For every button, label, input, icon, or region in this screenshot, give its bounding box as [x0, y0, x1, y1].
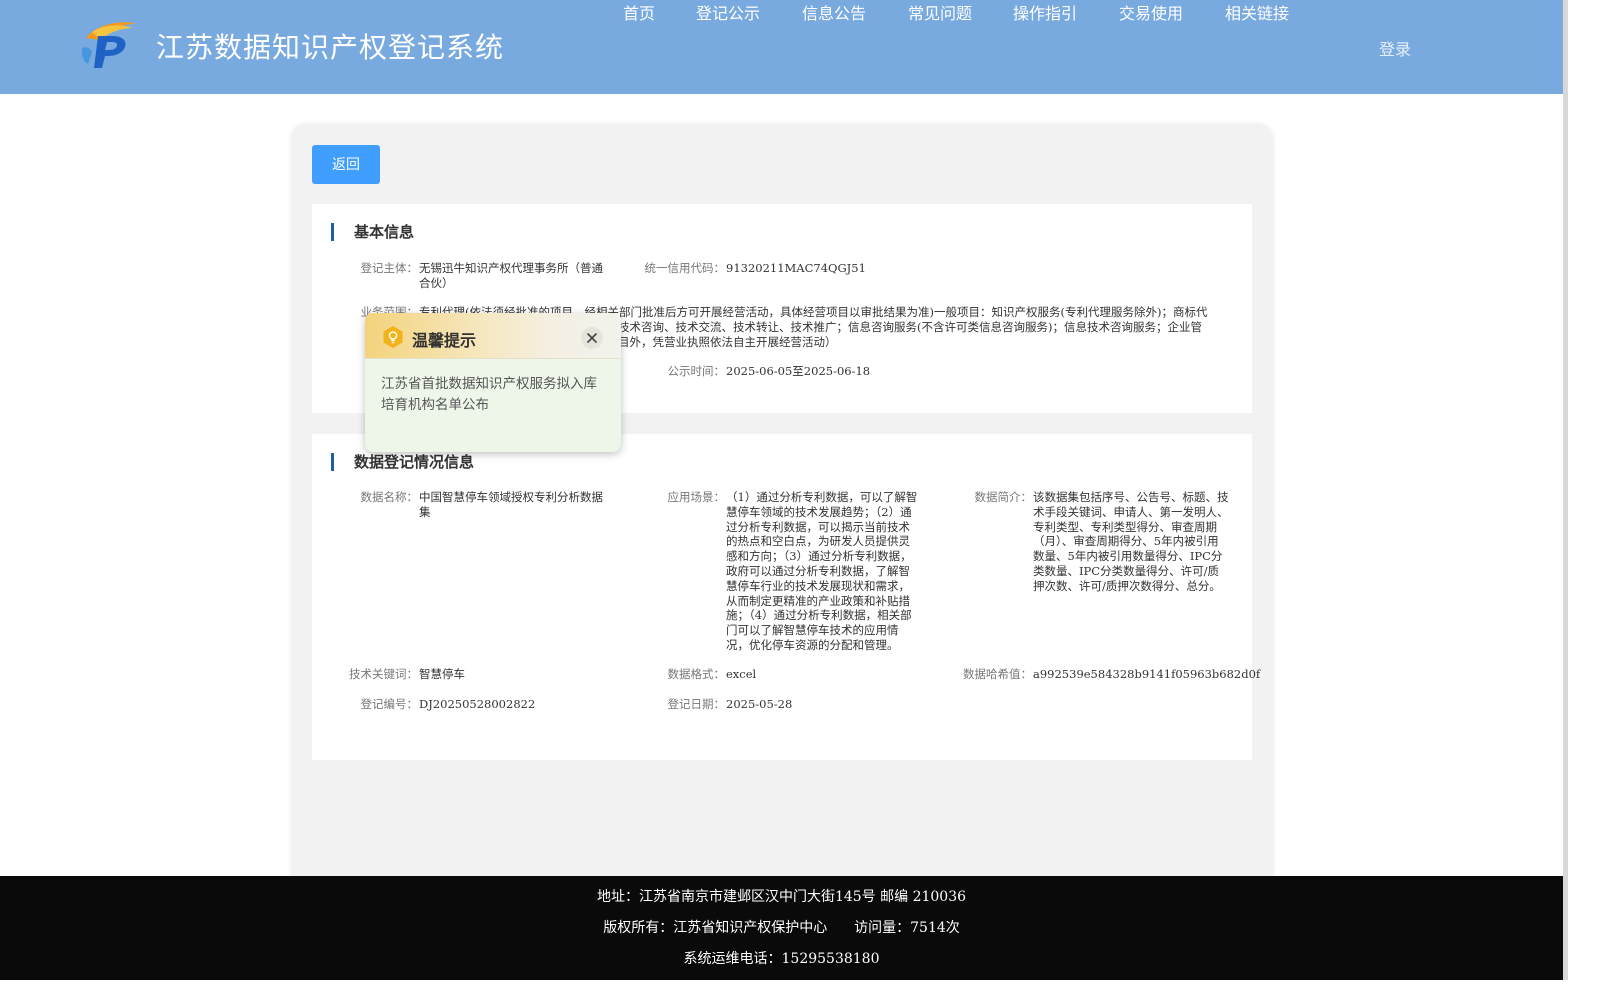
data-name-value: 中国智慧停车领域授权专利分析数据集: [419, 490, 603, 519]
scenario-label: 应用场景：: [667, 490, 726, 504]
scenario-value: （1）通过分析专利数据，可以了解智慧停车领域的技术发展趋势；（2）通过分析专利数…: [726, 490, 918, 652]
popup-close-button[interactable]: [581, 327, 603, 349]
hash-label: 数据哈希值：: [963, 667, 1032, 681]
nav-info-announcement[interactable]: 信息公告: [802, 0, 866, 24]
format-value: excel: [726, 667, 757, 681]
data-registration-card: 数据登记情况信息 数据名称： 中国智慧停车领域授权专利分析数据集 应用场景： （…: [312, 434, 1261, 760]
nav-home[interactable]: 首页: [623, 0, 655, 24]
credit-code-value: 91320211MAC74QGJ51: [726, 261, 866, 275]
logo-icon[interactable]: [78, 18, 140, 70]
footer-address: 地址：江苏省南京市建邺区汉中门大街145号 邮编 210036: [596, 889, 967, 905]
nav-registration-publicity[interactable]: 登记公示: [696, 0, 760, 24]
publicity-time-label: 公示时间：: [667, 364, 726, 378]
footer-phone: 系统运维电话：15295538180: [683, 951, 880, 967]
reg-no-value: DJ20250528002822: [419, 697, 536, 711]
lightbulb-icon: [383, 326, 403, 348]
reg-date-value: 2025-05-28: [726, 697, 793, 711]
credit-code-label: 统一信用代码：: [644, 261, 726, 275]
login-link[interactable]: 登录: [1379, 36, 1411, 60]
footer-copyright-row: 版权所有：江苏省知识产权保护中心 访问量：7514次: [0, 917, 1563, 937]
footer-copyright: 版权所有：江苏省知识产权保护中心: [603, 920, 828, 936]
nav-operation-guide[interactable]: 操作指引: [1013, 0, 1077, 24]
keyword-label: 技术关键词：: [349, 667, 418, 681]
site-header: 江苏数据知识产权登记系统 首页 登记公示 信息公告 常见问题 操作指引 交易使用…: [0, 0, 1563, 94]
detail-panel: 返回 基本信息 登记主体： 无锡迅牛知识产权代理事务所（普通合伙） 统一信用代码…: [292, 125, 1272, 925]
data-name-label: 数据名称：: [360, 490, 419, 504]
site-footer: 地址：江苏省南京市建邺区汉中门大街145号 邮编 210036 版权所有：江苏省…: [0, 876, 1563, 980]
publicity-time-value: 2025-06-05至2025-06-18: [726, 364, 871, 378]
business-scope-line-2: 技术咨询、技术交流、技术转让、技术推广；信息咨询服务(不含许可类信息咨询服务)；…: [618, 320, 1202, 334]
intro-value: 该数据集包括序号、公告号、标题、技术手段关键词、申请人、第一发明人、专利类型、专…: [1033, 490, 1229, 593]
data-registration-title: 数据登记情况信息: [331, 453, 474, 471]
keyword-value: 智慧停车: [419, 667, 465, 681]
back-button[interactable]: 返回: [312, 145, 380, 184]
nav-trade-use[interactable]: 交易使用: [1119, 0, 1183, 24]
subject-label: 登记主体：: [360, 261, 419, 275]
subject-value: 无锡迅牛知识产权代理事务所（普通合伙）: [419, 261, 603, 290]
site-title: 江苏数据知识产权登记系统: [156, 31, 505, 64]
reg-no-label: 登记编号：: [360, 697, 419, 711]
nav-faq[interactable]: 常见问题: [908, 0, 972, 24]
hash-value: a992539e584328b9141f05963b682d0f: [1033, 667, 1261, 681]
page-scrollbar[interactable]: [1563, 0, 1568, 980]
format-label: 数据格式：: [667, 667, 726, 681]
popup-header: 温馨提示: [365, 313, 621, 359]
basic-info-title: 基本信息: [331, 223, 414, 241]
intro-label: 数据简介：: [974, 490, 1033, 504]
notice-popup: 温馨提示 江苏省首批数据知识产权服务拟入库培育机构名单公布: [365, 313, 621, 452]
popup-title: 温馨提示: [412, 331, 477, 350]
business-scope-line-3: 目外，凭营业执照依法自主开展经营活动）: [618, 335, 837, 349]
nav-related-links[interactable]: 相关链接: [1225, 0, 1289, 24]
reg-date-label: 登记日期：: [667, 697, 726, 711]
popup-message-link[interactable]: 江苏省首批数据知识产权服务拟入库培育机构名单公布: [381, 374, 607, 416]
footer-visits: 访问量：7514次: [854, 920, 960, 936]
close-icon: [586, 332, 598, 344]
